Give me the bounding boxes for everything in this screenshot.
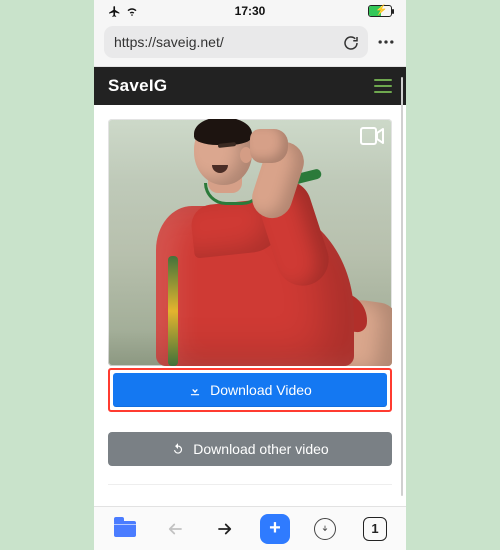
- phone-frame: 17:30 ⚡ https://saveig.net/ SaveIG: [94, 0, 406, 550]
- back-button[interactable]: [157, 511, 193, 547]
- new-tab-button[interactable]: +: [257, 511, 293, 547]
- download-video-label: Download Video: [210, 382, 312, 398]
- site-logo: SaveIG: [108, 76, 167, 96]
- download-icon: [188, 383, 202, 397]
- tabs-button[interactable]: 1: [357, 511, 393, 547]
- tab-count: 1: [371, 521, 378, 536]
- battery-icon: ⚡: [368, 5, 392, 17]
- status-left: [108, 5, 139, 18]
- url-bar-row: https://saveig.net/: [94, 22, 406, 66]
- status-time: 17:30: [94, 4, 406, 18]
- page-content: Download Video Download other video: [94, 105, 406, 491]
- airplane-icon: [108, 5, 121, 18]
- refresh-icon: [171, 442, 185, 456]
- download-other-label: Download other video: [193, 441, 328, 457]
- bottom-toolbar: + 1: [94, 506, 406, 550]
- files-button[interactable]: [107, 511, 143, 547]
- download-video-button[interactable]: Download Video: [113, 373, 387, 407]
- media-preview[interactable]: [108, 119, 392, 366]
- menu-icon[interactable]: [374, 79, 392, 93]
- more-icon[interactable]: [376, 32, 396, 52]
- scrollbar[interactable]: [401, 77, 403, 496]
- url-field[interactable]: https://saveig.net/: [104, 26, 368, 58]
- reload-icon[interactable]: [342, 34, 358, 50]
- separator: [108, 484, 392, 485]
- download-video-highlight: Download Video: [108, 368, 392, 412]
- url-text: https://saveig.net/: [114, 34, 224, 50]
- plus-icon: +: [260, 514, 290, 544]
- wifi-icon: [125, 5, 139, 17]
- site-header: SaveIG: [94, 67, 406, 105]
- download-circle-icon: [314, 518, 336, 540]
- forward-button[interactable]: [207, 511, 243, 547]
- download-other-button[interactable]: Download other video: [108, 432, 392, 466]
- status-bar: 17:30 ⚡: [94, 0, 406, 22]
- athlete-figure: [108, 119, 392, 366]
- webview: SaveIG: [94, 66, 406, 506]
- folder-icon: [114, 521, 136, 537]
- downloads-button[interactable]: [307, 511, 343, 547]
- status-right: ⚡: [368, 5, 392, 17]
